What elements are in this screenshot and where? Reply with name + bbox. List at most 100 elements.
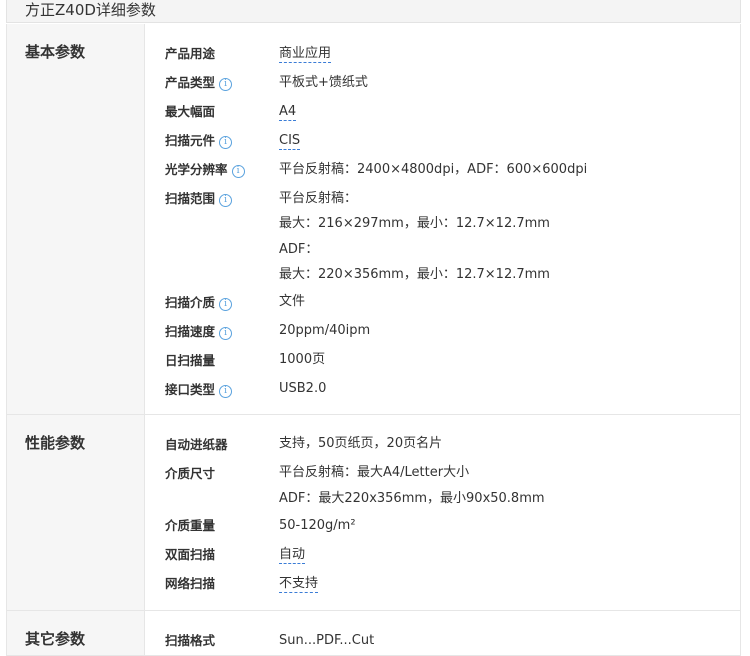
spec-value-line: 20ppm/40ipm (279, 323, 371, 338)
info-icon[interactable]: i (219, 194, 233, 207)
spec-rows: 自动进纸器 支持，50页纸页，20页名片介质尺寸 平台反射稿：最大A4/Letter… (145, 415, 740, 599)
spec-value: 平台反射稿：最大A4/Letter大小 ADF：最大220x356mm，最小90x… (279, 459, 545, 512)
spec-rows: 扫描格式 Sun...PDF...Cut (145, 611, 740, 655)
spec-value: 支持，50页纸页，20页名片 (279, 430, 442, 459)
spec-name-label: 网络扫描 (165, 576, 216, 591)
page-title: 方正Z40D详细参数 (25, 1, 156, 19)
spec-value: 1000页 (279, 346, 325, 375)
spec-row: 网络扫描 不支持 (145, 569, 740, 598)
spec-row: 扫描元件 i CIS (145, 126, 740, 155)
spec-value-line: 支持，50页纸页，20页名片 (279, 436, 443, 451)
spec-row: 光学分辨率 i 平台反射稿：2400×4800dpi，ADF：600×600dpi (145, 155, 740, 184)
spec-value-line[interactable]: A4 (279, 99, 297, 125)
spec-value-line[interactable]: 自动 (279, 542, 306, 568)
spec-name: 扫描格式 (145, 626, 279, 655)
spec-name-label: 日扫描量 (165, 352, 216, 368)
spec-value-line: 文件 (279, 294, 306, 309)
spec-value-line: 最大：220×356mm，最小：12.7×12.7mm (279, 267, 550, 282)
spec-name-label: 介质尺寸 (165, 465, 216, 481)
info-icon[interactable]: i (219, 297, 233, 311)
spec-value: 平台反射稿：2400×4800dpi，ADF：600×600dpi (279, 155, 587, 184)
spec-value-link[interactable]: A4 (279, 103, 297, 121)
spec-row: 扫描格式 Sun...PDF...Cut (145, 626, 740, 655)
spec-value-line[interactable]: CIS (279, 128, 301, 154)
spec-rows: 产品用途 商业应用 产品类型 i 平板式+馈纸式 最大幅面 A4 扫描元件 i CIS 光学分辨率 i… (145, 24, 740, 404)
spec-name-label: 产品类型 (165, 75, 216, 90)
spec-name-label: 介质重量 (165, 518, 216, 533)
other-params-section: 其它参数 扫描格式 Sun...PDF...Cut (7, 611, 740, 656)
spec-name-label: 扫描元件 (165, 133, 216, 148)
info-icon[interactable]: i (219, 326, 233, 340)
spec-value-line: 平板式+馈纸式 (279, 74, 368, 90)
spec-value: USB2.0 (279, 375, 326, 404)
spec-value-link[interactable]: 不支持 (279, 575, 319, 593)
section-label: 其它参数 (25, 630, 86, 648)
spec-name: 接口类型 i (145, 375, 279, 404)
spec-row: 扫描范围 i 平台反射稿： 最大：216×297mm，最小：12.7×12.7mm AD… (145, 184, 740, 288)
spec-value: Sun...PDF...Cut (279, 626, 374, 655)
page-header: 方正Z40D详细参数 (6, 0, 741, 23)
spec-row: 双面扫描 自动 (145, 540, 740, 569)
section-category: 基本参数 (7, 24, 145, 414)
info-icon[interactable]: i (219, 136, 233, 149)
spec-name-label: 双面扫描 (165, 547, 216, 562)
spec-name: 扫描介质 i (145, 288, 279, 317)
spec-row: 最大幅面 A4 (145, 97, 740, 126)
section-category: 其它参数 (7, 611, 145, 655)
info-icon[interactable]: i (219, 384, 233, 398)
spec-value: 50-120g/m² (279, 511, 356, 540)
spec-value: A4 (279, 97, 297, 126)
basic-params-section: 基本参数 产品用途 商业应用 产品类型 i 平板式+馈纸式 最大幅面 A4 扫描元件 i CIS 光学… (7, 24, 740, 415)
spec-value-line: USB2.0 (279, 381, 327, 396)
spec-value: 平台反射稿： 最大：216×297mm，最小：12.7×12.7mm ADF： 最大：… (279, 184, 550, 288)
spec-name-label: 接口类型 (165, 381, 216, 397)
spec-value-line: Sun...PDF...Cut (279, 632, 375, 648)
spec-name: 网络扫描 (145, 569, 279, 598)
spec-value: 文件 (279, 288, 305, 317)
spec-row: 自动进纸器 支持，50页纸页，20页名片 (145, 430, 740, 459)
spec-value: 商业应用 (279, 39, 332, 68)
spec-name: 产品类型 i (145, 68, 279, 97)
spec-value-line: 平台反射稿： (279, 190, 358, 206)
spec-name-label: 光学分辨率 (165, 162, 228, 177)
spec-name: 扫描元件 i (145, 126, 279, 155)
spec-value-line: 平台反射稿：2400×4800dpi，ADF：600×600dpi (279, 161, 588, 177)
spec-value-line: 50-120g/m² (279, 517, 356, 533)
spec-name: 自动进纸器 (145, 430, 279, 459)
spec-row: 产品用途 商业应用 (145, 39, 740, 68)
spec-name: 介质尺寸 (145, 459, 279, 512)
spec-value-link[interactable]: 商业应用 (279, 45, 332, 63)
spec-name-label: 扫描速度 (165, 323, 216, 339)
spec-name-label: 扫描格式 (165, 633, 216, 648)
section-label: 基本参数 (25, 43, 86, 61)
spec-name: 最大幅面 (145, 97, 279, 126)
spec-value-line: 1000页 (279, 352, 326, 367)
spec-value-link[interactable]: CIS (279, 132, 301, 150)
info-icon[interactable]: i (231, 165, 245, 178)
spec-name: 产品用途 (145, 39, 279, 68)
spec-value-line[interactable]: 不支持 (279, 571, 319, 597)
spec-name-label: 最大幅面 (165, 104, 216, 119)
spec-name: 介质重量 (145, 511, 279, 540)
spec-value-line: 最大：216×297mm，最小：12.7×12.7mm (279, 216, 550, 231)
spec-value-line[interactable]: 商业应用 (279, 41, 332, 67)
spec-value: 不支持 (279, 569, 319, 598)
spec-value: 20ppm/40ipm (279, 317, 370, 346)
section-label: 性能参数 (25, 433, 86, 452)
info-icon[interactable]: i (219, 78, 233, 91)
spec-value-link[interactable]: 自动 (279, 546, 306, 564)
spec-value: 平板式+馈纸式 (279, 68, 368, 97)
spec-row: 扫描介质 i 文件 (145, 288, 740, 317)
spec-name: 日扫描量 (145, 346, 279, 375)
spec-name-label: 扫描介质 (165, 294, 216, 310)
spec-name: 光学分辨率 i (145, 155, 279, 184)
spec-table: 基本参数 产品用途 商业应用 产品类型 i 平板式+馈纸式 最大幅面 A4 扫描元件 i CIS 光学… (6, 24, 741, 656)
performance-params-section: 性能参数 自动进纸器 支持，50页纸页，20页名片介质尺寸 平台反射稿：最大A4/Le… (7, 414, 740, 611)
spec-name: 扫描范围 i (145, 184, 279, 288)
spec-value-line: ADF： (279, 241, 319, 257)
spec-value-line: 平台反射稿：最大A4/Letter大小 (279, 465, 470, 480)
spec-name: 双面扫描 (145, 540, 279, 569)
spec-row: 介质重量 50-120g/m² (145, 511, 740, 540)
spec-name: 扫描速度 i (145, 317, 279, 346)
section-category: 性能参数 (7, 414, 145, 610)
